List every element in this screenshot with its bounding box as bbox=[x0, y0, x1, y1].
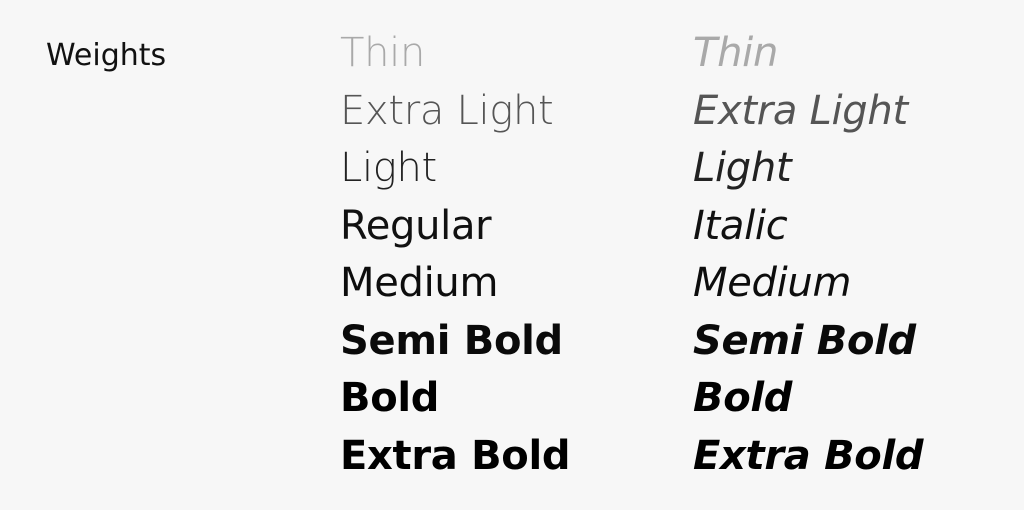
upright-bold-sample: Bold bbox=[340, 375, 440, 421]
upright-light-sample: Light bbox=[340, 145, 437, 191]
italic-extra-bold-sample: Extra Bold bbox=[693, 432, 924, 479]
upright-extra-bold-sample: Extra Bold bbox=[340, 432, 571, 479]
upright-semi-bold-sample: Semi Bold bbox=[340, 317, 563, 364]
italic-weights-list: Thin Extra Light Light Italic Medium Sem… bbox=[693, 28, 924, 488]
italic-extra-light-sample: Extra Light bbox=[693, 87, 908, 134]
upright-thin-sample: Thin bbox=[340, 30, 426, 76]
upright-medium-sample: Medium bbox=[340, 260, 499, 306]
upright-regular-sample: Regular bbox=[340, 202, 492, 249]
italic-bold-sample: Bold bbox=[693, 375, 793, 421]
italic-thin-sample: Thin bbox=[693, 30, 779, 76]
italic-light-sample: Light bbox=[693, 145, 792, 191]
italic-medium-sample: Medium bbox=[693, 260, 852, 306]
weights-heading: Weights bbox=[46, 38, 167, 73]
upright-extra-light-sample: Extra Light bbox=[340, 87, 554, 134]
upright-weights-list: Thin Extra Light Light Regular Medium Se… bbox=[340, 28, 571, 488]
italic-regular-sample: Italic bbox=[693, 202, 788, 249]
italic-semi-bold-sample: Semi Bold bbox=[693, 317, 916, 364]
